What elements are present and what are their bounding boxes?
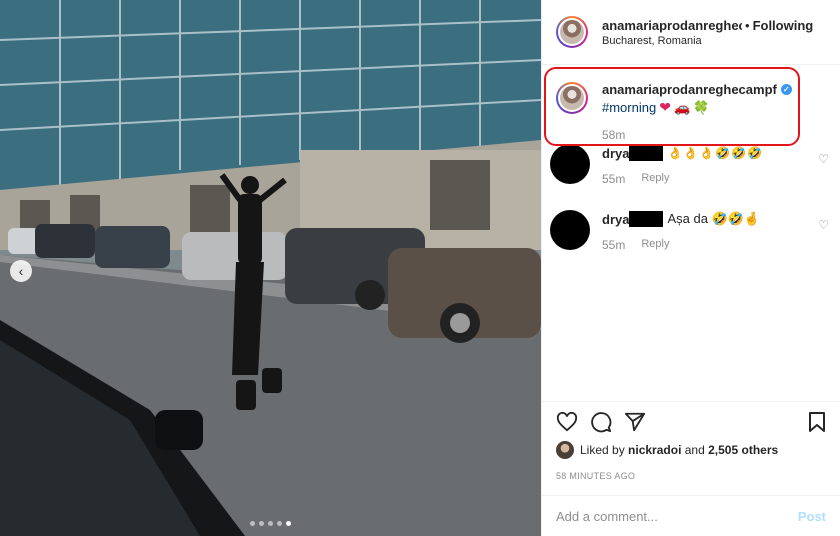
liker-username[interactable]: nickradoi [628, 443, 681, 457]
carousel-dot [277, 521, 282, 526]
comments-section: anamariaprodanreghecampf ✓ #morning ❤ 🚗 … [542, 66, 840, 401]
carousel-dot-active [286, 521, 291, 526]
post-side-panel: anamariaprodanreghec • Following Buchare… [541, 0, 840, 536]
share-icon[interactable] [624, 411, 646, 433]
carousel-dot [268, 521, 273, 526]
post-viewer: ‹ anamariaprodanreghec • Following Bucha… [0, 0, 840, 536]
carousel-dots [250, 521, 291, 526]
heart-emoji: ❤ [659, 99, 671, 115]
carousel-dot [259, 521, 264, 526]
clover-emoji: 🍀 [693, 99, 710, 115]
post-button[interactable]: Post [798, 509, 826, 524]
comment-avatar-redacted[interactable] [550, 144, 590, 184]
reply-button[interactable]: Reply [641, 238, 669, 252]
comment-username[interactable]: drya [602, 212, 629, 227]
carousel-dot [250, 521, 255, 526]
comment-username[interactable]: drya [602, 146, 629, 161]
likes-joiner: and [684, 443, 705, 457]
comment-time[interactable]: 55m [602, 238, 625, 252]
likes-count[interactable]: 2,505 others [708, 443, 778, 457]
comment-avatar-redacted[interactable] [550, 210, 590, 250]
post-header: anamariaprodanreghec • Following Buchare… [542, 0, 840, 65]
liker-avatar[interactable] [556, 441, 574, 459]
comment-text: 👌👌👌🤣🤣🤣 [667, 146, 764, 160]
caption-hashtag[interactable]: #morning [602, 100, 656, 115]
caption-avatar[interactable] [556, 82, 588, 114]
comment-time[interactable]: 55m [602, 172, 625, 186]
redaction-bar [629, 211, 664, 227]
redaction-bar [629, 145, 664, 161]
likes-summary: Liked by nickradoi and 2,505 others [556, 441, 778, 459]
prev-arrow-icon[interactable]: ‹ [10, 260, 32, 282]
post-timestamp[interactable]: 58 MINUTES AGO [556, 471, 635, 481]
comment-item: drya 👌👌👌🤣🤣🤣 55m Reply ♡ [550, 144, 835, 186]
following-button[interactable]: Following [753, 18, 814, 33]
post-location[interactable]: Bucharest, Romania [602, 35, 813, 47]
like-comment-icon[interactable]: ♡ [818, 218, 829, 232]
add-comment-bar: Post [542, 495, 840, 536]
like-comment-icon[interactable]: ♡ [818, 152, 829, 166]
reply-button[interactable]: Reply [641, 172, 669, 186]
post-photo[interactable]: ‹ [0, 0, 541, 536]
caption: anamariaprodanreghecampf ✓ #morning ❤ 🚗 … [556, 82, 792, 142]
author-avatar[interactable] [556, 16, 588, 48]
author-username[interactable]: anamariaprodanreghec [602, 18, 742, 33]
likes-prefix: Liked by [580, 443, 625, 457]
save-icon[interactable] [808, 411, 826, 433]
street-scene [0, 0, 541, 536]
caption-time[interactable]: 58m [602, 128, 792, 142]
verified-icon: ✓ [780, 84, 792, 95]
car-emoji: 🚗 [673, 99, 691, 115]
comment-item: drya Așa da 🤣🤣🤞 55m Reply ♡ [550, 210, 835, 252]
caption-username[interactable]: anamariaprodanreghecampf [602, 82, 777, 97]
comment-icon[interactable] [590, 411, 612, 433]
comment-text: Așa da 🤣🤣🤞 [667, 211, 761, 226]
separator-dot: • [745, 17, 750, 33]
action-bar [542, 401, 840, 441]
heart-icon[interactable] [556, 411, 578, 432]
comment-input[interactable] [556, 508, 798, 524]
